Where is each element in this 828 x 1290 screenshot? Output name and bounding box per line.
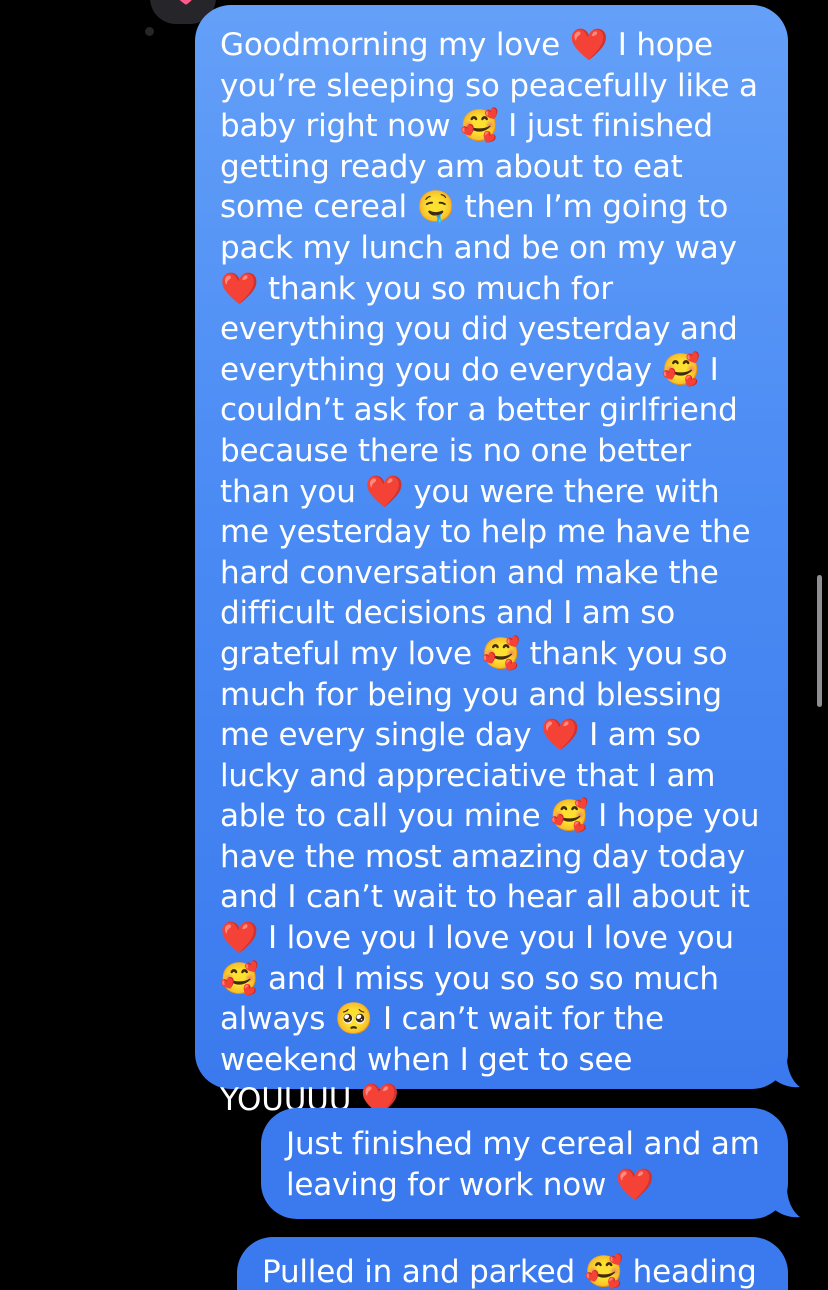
bubble-tail [775, 1190, 800, 1218]
heart-icon [179, 0, 192, 5]
sent-message-bubble[interactable]: Just finished my cereal and am leaving f… [261, 1108, 788, 1219]
sent-message-bubble[interactable]: Goodmorning my love ❤️ I hope you’re sle… [195, 5, 788, 1118]
bubble-tail [775, 1060, 800, 1088]
message-text: Pulled in and parked 🥰 heading [262, 1254, 757, 1290]
scrollbar[interactable] [817, 575, 822, 707]
message-thread[interactable]: Goodmorning my love ❤️ I hope you’re sle… [0, 0, 828, 1290]
message-text: Goodmorning my love ❤️ I hope you’re sle… [220, 27, 760, 1119]
tapback-dot [145, 27, 154, 36]
message-text: Just finished my cereal and am leaving f… [286, 1126, 760, 1203]
sent-message-bubble[interactable]: Pulled in and parked 🥰 heading [237, 1237, 788, 1290]
